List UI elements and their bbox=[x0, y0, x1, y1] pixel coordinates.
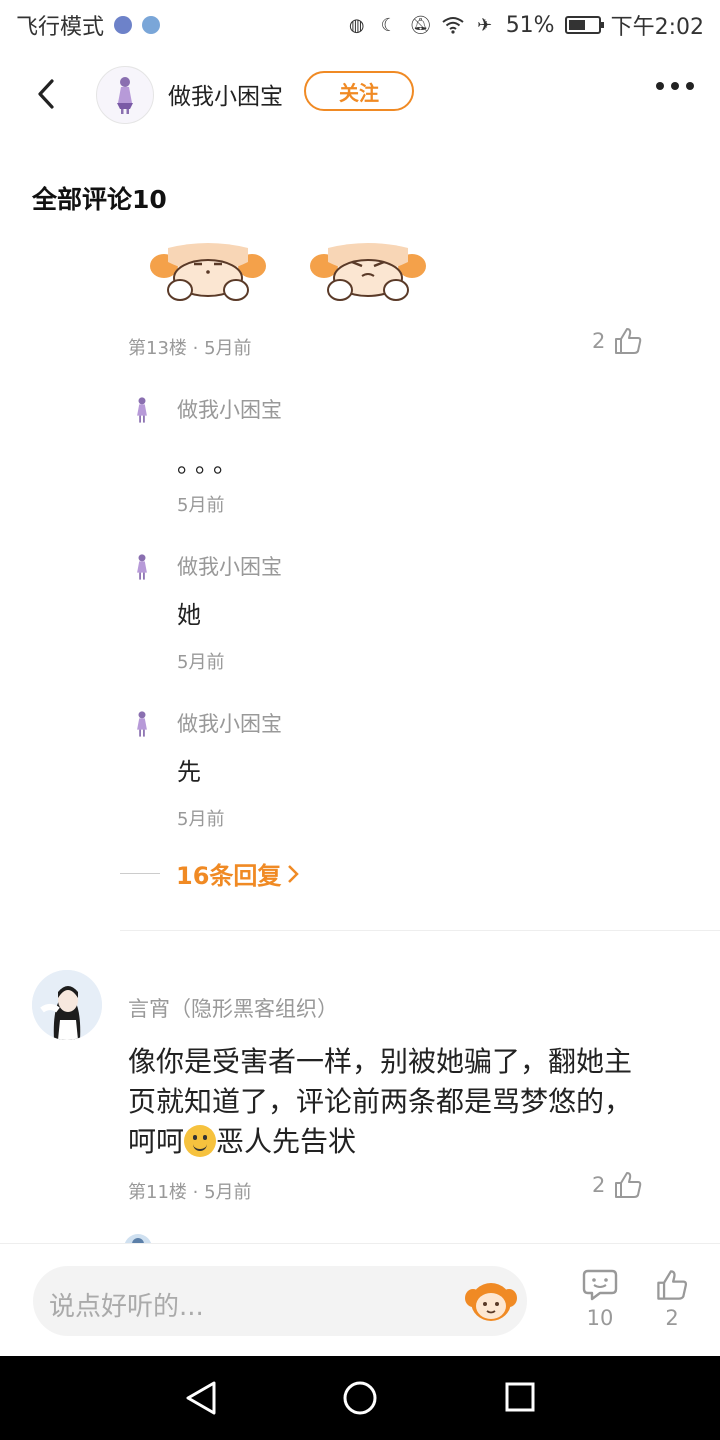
like-count: 2 bbox=[592, 1173, 606, 1197]
smile-emoji-icon bbox=[184, 1125, 217, 1157]
airplane-mode-label: 飞行模式 bbox=[16, 15, 105, 40]
comment-sticker-row bbox=[150, 242, 426, 304]
divider bbox=[120, 930, 720, 931]
sticker-image[interactable] bbox=[310, 242, 426, 304]
wifi-icon bbox=[442, 14, 464, 36]
reply-item[interactable]: 做我小困宝 。。。 5月前 bbox=[128, 396, 688, 516]
top-nav: 做我小困宝 关注 bbox=[0, 60, 720, 128]
moon-icon: ☾ bbox=[380, 14, 397, 36]
back-arrow-icon[interactable] bbox=[30, 78, 62, 110]
like-post-button[interactable]: 2 bbox=[647, 1268, 697, 1330]
floor-meta: 第11楼 · 5月前 bbox=[128, 1182, 252, 1203]
mute-icon: 🔕︎ bbox=[409, 14, 433, 36]
airplane-icon: ✈ bbox=[477, 14, 493, 36]
comments-button[interactable]: 10 bbox=[575, 1268, 625, 1330]
data-saver-icon: ◍ bbox=[348, 14, 365, 36]
comment-count: 10 bbox=[586, 1306, 614, 1330]
comment-input-placeholder: 说点好听的... bbox=[49, 1292, 204, 1322]
floor-meta: 第13楼 · 5月前 bbox=[128, 338, 252, 359]
emoji-picker-icon[interactable] bbox=[465, 1276, 517, 1324]
reply-item[interactable]: 做我小困宝 先 5月前 bbox=[128, 710, 688, 830]
reply-author[interactable]: 做我小困宝 bbox=[177, 708, 282, 738]
like-count: 2 bbox=[592, 329, 606, 353]
status-bar: 飞行模式 ◍ ☾ 🔕︎ ✈ 51% 下午2:02 bbox=[0, 0, 720, 50]
reply-time: 5月前 bbox=[177, 652, 225, 673]
bottom-bar: 说点好听的... 10 2 bbox=[0, 1243, 720, 1357]
comment-text: 像你是受害者一样，别被她骗了，翻她主页就知道了，评论前两条都是骂梦悠的，呵呵 恶人… bbox=[128, 1042, 658, 1162]
author-avatar[interactable] bbox=[96, 66, 154, 124]
thumbs-up-icon bbox=[615, 1172, 642, 1198]
like-button[interactable]: 2 bbox=[592, 1170, 643, 1200]
reply-author[interactable]: 做我小困宝 bbox=[177, 551, 282, 581]
back-triangle-icon[interactable] bbox=[184, 1380, 218, 1416]
reply-text: 她 bbox=[177, 601, 201, 629]
clock: 下午2:02 bbox=[610, 15, 704, 40]
recent-apps-icon[interactable] bbox=[504, 1380, 536, 1414]
divider-line bbox=[120, 873, 160, 874]
like-count: 2 bbox=[665, 1306, 679, 1330]
thumbs-up-icon bbox=[615, 328, 642, 354]
battery-icon bbox=[564, 16, 604, 34]
more-replies-label[interactable]: 16条回复 bbox=[176, 856, 281, 891]
reply-time: 5月前 bbox=[177, 809, 225, 830]
reply-text: 。。。 bbox=[177, 450, 243, 478]
view-more-replies[interactable]: 16条回复 bbox=[120, 856, 300, 891]
reply-time: 5月前 bbox=[177, 495, 225, 516]
avatar[interactable] bbox=[128, 396, 156, 424]
reply-item[interactable]: 做我小困宝 她 5月前 bbox=[128, 553, 688, 673]
reply-author[interactable]: 做我小困宝 bbox=[177, 394, 282, 424]
author-name[interactable]: 做我小困宝 bbox=[168, 77, 283, 111]
more-options-icon[interactable] bbox=[656, 82, 694, 90]
avatar[interactable] bbox=[128, 553, 156, 581]
thumbs-up-icon bbox=[657, 1270, 688, 1300]
sticker-image[interactable] bbox=[150, 242, 266, 304]
follow-button[interactable]: 关注 bbox=[304, 71, 414, 111]
system-nav-bar bbox=[0, 1356, 720, 1440]
like-button[interactable]: 2 bbox=[592, 326, 643, 356]
app-notification-icon bbox=[142, 16, 161, 34]
commenter-avatar[interactable] bbox=[32, 970, 102, 1040]
commenter-name[interactable]: 言宵（隐形黑客组织） bbox=[128, 993, 338, 1023]
comment-text-part: 恶人先告状 bbox=[216, 1125, 357, 1158]
comments-title: 全部评论10 bbox=[32, 185, 167, 214]
chevron-right-icon bbox=[288, 864, 300, 883]
battery-percent: 51% bbox=[505, 12, 555, 38]
reply-text: 先 bbox=[177, 758, 201, 786]
avatar[interactable] bbox=[128, 710, 156, 738]
comment-input[interactable]: 说点好听的... bbox=[33, 1266, 527, 1336]
home-circle-icon[interactable] bbox=[342, 1380, 378, 1416]
comment-bubble-icon bbox=[582, 1269, 618, 1301]
music-app-icon bbox=[114, 16, 133, 34]
